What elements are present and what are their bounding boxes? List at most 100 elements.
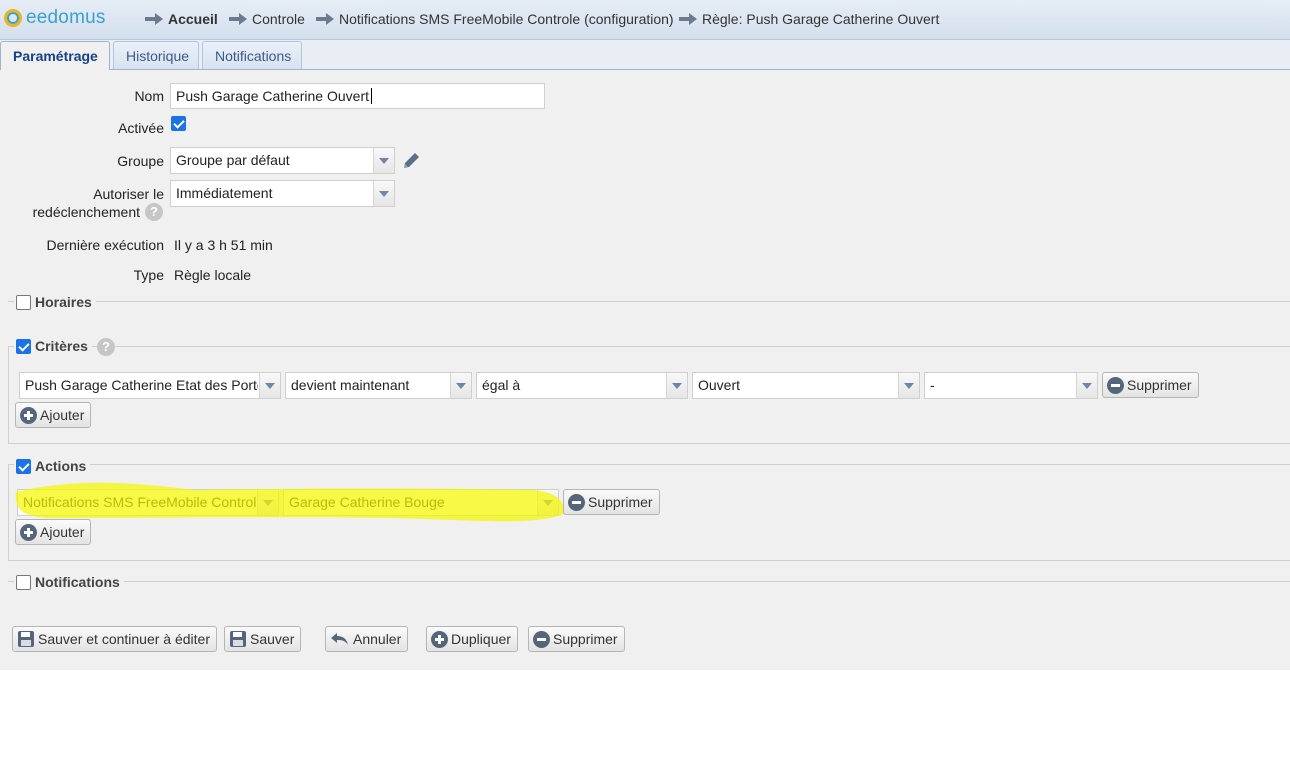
tab-notifications[interactable]: Notifications [202,41,302,69]
critere-operator-value: égal à [482,377,521,393]
horaires-legend-label: Horaires [35,294,92,310]
cancel-button[interactable]: Annuler [325,626,409,652]
critere-delete-label: Supprimer [1127,377,1192,393]
notifications-fieldset [8,581,1290,582]
header-bar: eedomus Accueil Controle Notifications S… [0,0,1290,40]
breadcrumb-label: Notifications SMS FreeMobile Controle (c… [339,11,674,27]
breadcrumb-accueil[interactable]: Accueil [145,11,218,27]
groupe-select-value: Groupe par défaut [176,152,290,168]
critere-value-value: Ouvert [698,377,741,393]
save-continue-button[interactable]: Sauver et continuer à éditer [12,626,217,652]
nom-input-value: Push Garage Catherine Ouvert [176,88,369,104]
autoriser-select[interactable]: Immédiatement [170,180,395,207]
nom-input[interactable]: Push Garage Catherine Ouvert [170,83,545,109]
save-icon [18,631,34,648]
breadcrumb-label: Accueil [168,11,218,27]
chevron-down-icon[interactable] [666,373,687,398]
pencil-icon[interactable] [401,151,423,171]
chevron-down-icon[interactable] [537,490,558,515]
action-delete-label: Supprimer [588,494,653,510]
type-value: Règle locale [174,267,252,283]
critere-operator-select[interactable]: égal à [476,372,688,399]
save-label: Sauver [250,631,295,647]
chevron-down-icon[interactable] [259,373,280,398]
groupe-label: Groupe [117,153,164,169]
minus-circle-icon [533,630,550,648]
delete-button[interactable]: Supprimer [528,626,625,652]
minus-circle-icon [1107,376,1124,394]
help-icon[interactable]: ? [145,203,163,221]
chevron-down-icon[interactable] [898,373,919,398]
breadcrumb-label: Controle [252,11,305,27]
critere-device-value: Push Garage Catherine Etat des Portes [25,377,258,393]
app-window: eedomus Accueil Controle Notifications S… [0,0,1290,670]
activee-label: Activée [118,120,164,136]
chevron-down-icon[interactable] [450,373,471,398]
actions-checkbox[interactable] [16,458,31,474]
derniere-execution-value: Il y a 3 h 51 min [174,237,273,253]
duplicate-label: Dupliquer [451,631,511,647]
critere-extra-select[interactable]: - [924,372,1098,399]
action-add-label: Ajouter [40,524,85,540]
breadcrumb-controle[interactable]: Controle [229,11,305,27]
notifications-legend-label: Notifications [35,574,120,590]
arrow-right-icon [145,13,163,25]
critere-condition-select[interactable]: devient maintenant [285,372,472,399]
breadcrumb-configuration[interactable]: Notifications SMS FreeMobile Controle (c… [316,11,674,27]
critere-add-label: Ajouter [40,407,85,423]
logo-ring-icon [4,9,22,27]
critere-value-select[interactable]: Ouvert [692,372,920,399]
chevron-down-icon[interactable] [1076,373,1097,398]
action-device-select[interactable]: Notifications SMS FreeMobile Controle [17,489,279,516]
logo[interactable]: eedomus [4,7,106,29]
critere-add-button[interactable]: Ajouter [15,402,92,428]
help-icon[interactable]: ? [97,338,115,356]
plus-circle-icon [20,406,37,424]
chevron-down-icon[interactable] [257,490,278,515]
duplicate-button[interactable]: Dupliquer [426,626,518,652]
action-delete-button[interactable]: Supprimer [563,489,660,515]
actions-legend: Actions [14,456,91,476]
tab-parametrage[interactable]: Paramétrage [0,41,110,70]
notifications-checkbox[interactable] [16,574,31,590]
chevron-down-icon[interactable] [373,181,394,206]
action-device-value: Notifications SMS FreeMobile Controle [23,494,256,510]
notifications-legend: Notifications [14,572,124,592]
save-continue-label: Sauver et continuer à éditer [38,631,210,647]
critere-condition-value: devient maintenant [291,377,410,393]
breadcrumb-rule[interactable]: Règle: Push Garage Catherine Ouvert [679,11,939,27]
critere-delete-button[interactable]: Supprimer [1102,372,1199,398]
logo-text: eedomus [26,7,106,28]
save-icon [230,631,246,648]
action-add-button[interactable]: Ajouter [15,519,92,545]
arrow-right-icon [229,13,247,25]
tab-historique[interactable]: Historique [113,41,199,69]
actions-legend-label: Actions [35,458,87,474]
plus-circle-icon [20,523,37,541]
delete-label: Supprimer [553,631,618,647]
tab-bar: Paramétrage Historique Notifications [0,40,1290,70]
criteres-checkbox[interactable] [16,338,31,354]
autoriser-select-value: Immédiatement [176,185,273,201]
critere-device-select[interactable]: Push Garage Catherine Etat des Portes [19,372,281,399]
arrow-right-icon [316,13,334,25]
horaires-legend: Horaires [14,292,96,312]
chevron-down-icon[interactable] [373,148,394,173]
minus-circle-icon [568,493,585,511]
horaires-checkbox[interactable] [16,294,31,310]
activee-checkbox[interactable] [171,116,186,131]
save-button[interactable]: Sauver [224,626,302,652]
groupe-select[interactable]: Groupe par défaut [170,147,395,174]
plus-circle-icon [431,630,448,648]
cancel-label: Annuler [353,631,402,647]
action-value-select[interactable]: Garage Catherine Bouge [283,489,559,516]
autoriser-label-line1: Autoriser le [93,186,164,202]
breadcrumb-label: Règle: Push Garage Catherine Ouvert [702,11,940,27]
horaires-fieldset [8,301,1290,302]
arrow-right-icon [679,13,697,25]
autoriser-label-line2: redéclenchement [32,204,140,220]
critere-extra-value: - [930,377,935,393]
action-value-value: Garage Catherine Bouge [289,494,445,510]
criteres-legend-label: Critères [35,338,88,354]
nom-label: Nom [134,88,164,104]
